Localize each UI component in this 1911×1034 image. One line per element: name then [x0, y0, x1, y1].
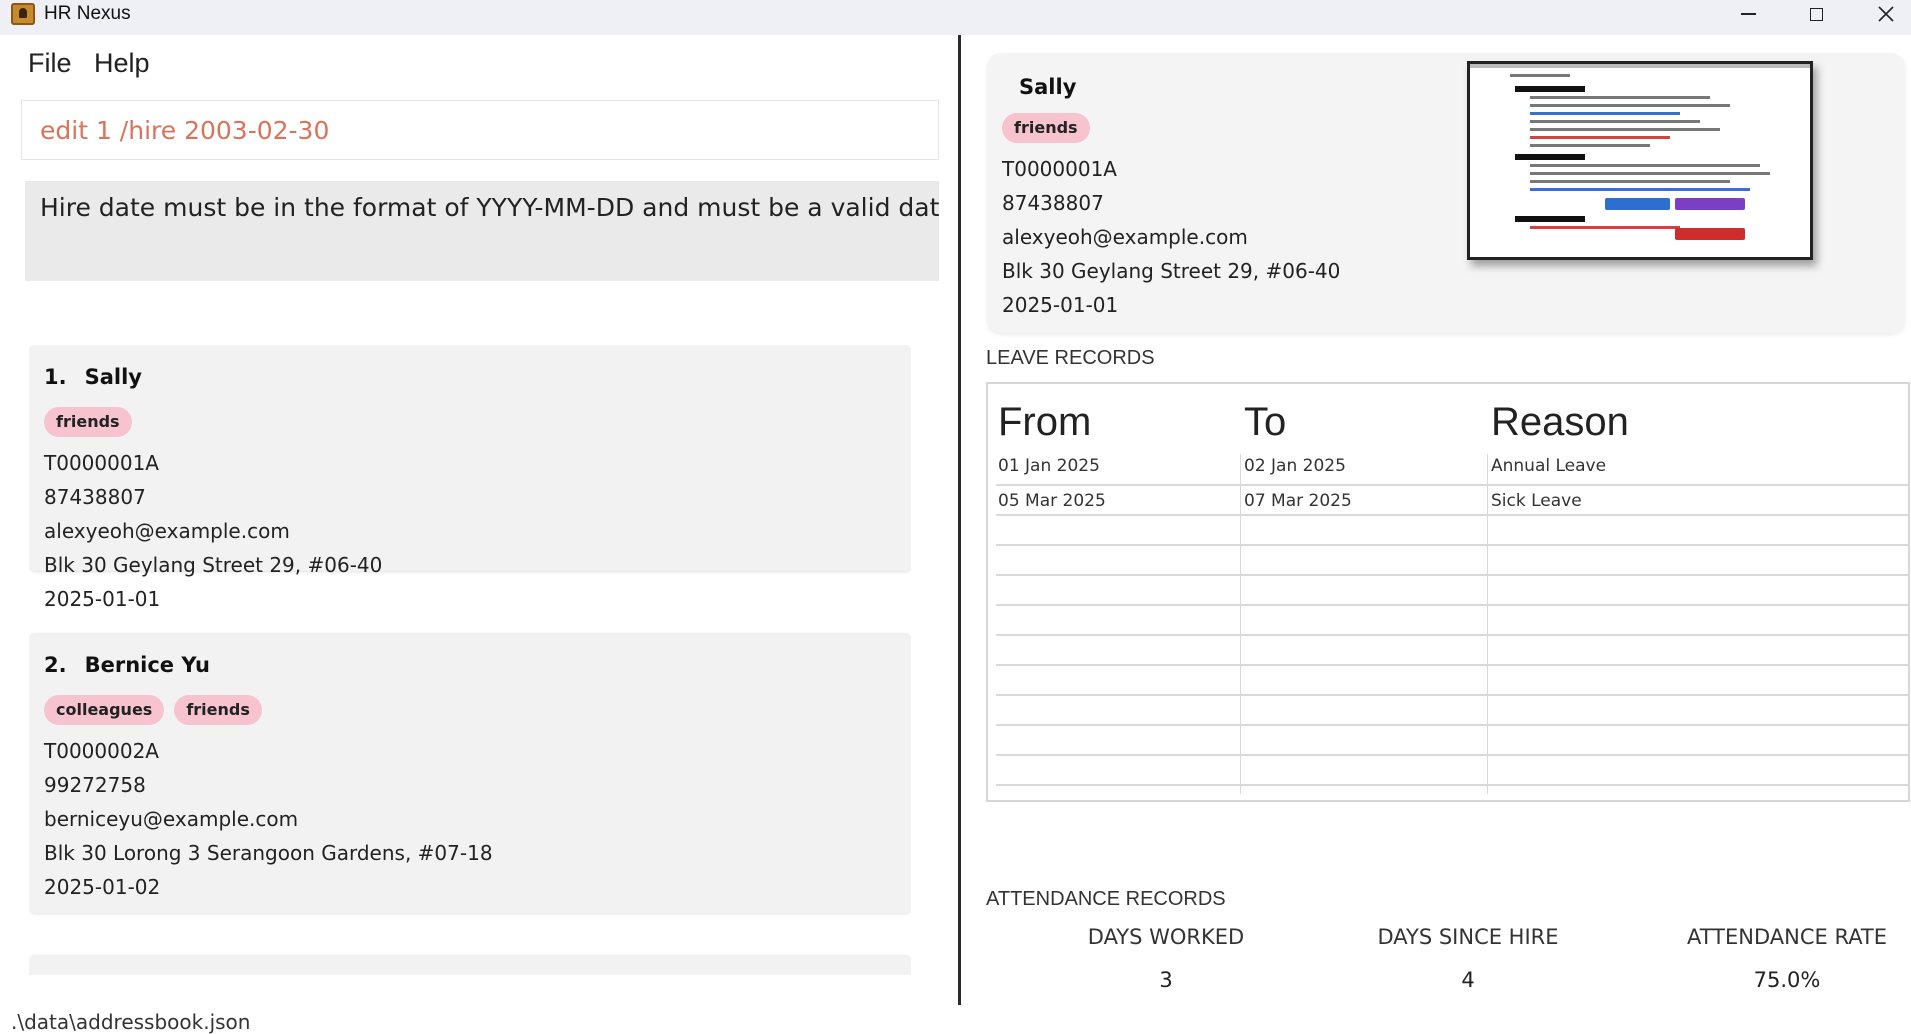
profile-id: T0000001A	[1002, 157, 1117, 181]
close-button[interactable]	[1851, 0, 1911, 28]
card-id: T0000001A	[44, 451, 159, 475]
card-name: Sally	[84, 365, 142, 389]
card-index: 2.	[44, 653, 67, 677]
card-header: 1. Sally	[44, 365, 142, 389]
profile-email: alexyeoh@example.com	[1002, 225, 1248, 249]
row-divider	[996, 784, 1908, 786]
tag-list: friends	[44, 407, 132, 437]
column-divider	[1240, 454, 1241, 794]
right-pane: Sally friends T0000001A 87438807 alexyeo…	[961, 35, 1911, 1005]
profile-image	[1467, 61, 1813, 260]
card-index: 1.	[44, 365, 67, 389]
menu-bar: File Help	[0, 35, 958, 95]
close-icon	[1878, 6, 1894, 22]
card-email: berniceyu@example.com	[44, 807, 299, 831]
row-divider	[996, 574, 1908, 576]
command-input[interactable]	[22, 101, 938, 159]
profile-card: Sally friends T0000001A 87438807 alexyeo…	[987, 53, 1905, 333]
card-phone: 87438807	[44, 485, 146, 509]
row-divider	[996, 544, 1908, 546]
leave-reason: Annual Leave	[1491, 456, 1607, 476]
person-card[interactable]	[29, 955, 911, 975]
card-phone: 99272758	[44, 773, 146, 797]
leave-table[interactable]: From To Reason 01 Jan 2025 02 Jan 2025 A…	[986, 382, 1910, 802]
tag: friends	[1002, 113, 1090, 143]
menu-file[interactable]: File	[28, 48, 72, 79]
card-email: alexyeoh@example.com	[44, 519, 290, 543]
days-since-hire-value: 4	[1461, 968, 1475, 992]
card-hire-date: 2025-01-01	[44, 587, 161, 611]
attendance-records-title: ATTENDANCE RECORDS	[986, 888, 1226, 910]
profile-address: Blk 30 Geylang Street 29, #06-40	[1002, 259, 1341, 283]
status-bar-path: .\data\addressbook.json	[11, 1010, 251, 1034]
card-hire-date: 2025-01-02	[44, 875, 161, 899]
card-header: 2. Bernice Yu	[44, 653, 210, 677]
column-header-from[interactable]: From	[998, 400, 1091, 445]
card-address: Blk 30 Geylang Street 29, #06-40	[44, 553, 383, 577]
column-header-to[interactable]: To	[1244, 400, 1286, 445]
row-divider	[996, 604, 1908, 606]
days-worked-value: 3	[1159, 968, 1173, 992]
leave-to: 07 Mar 2025	[1244, 491, 1352, 511]
row-divider	[996, 664, 1908, 666]
days-worked-label: DAYS WORKED	[1087, 925, 1245, 949]
row-divider	[996, 634, 1908, 636]
card-id: T0000002A	[44, 739, 159, 763]
profile-phone: 87438807	[1002, 191, 1104, 215]
leave-from: 05 Mar 2025	[998, 491, 1106, 511]
tag: friends	[44, 407, 132, 437]
maximize-button[interactable]	[1781, 0, 1851, 28]
attendance-rate-value: 75.0%	[1753, 968, 1821, 992]
command-box	[21, 100, 939, 160]
minimize-icon	[1740, 13, 1756, 15]
maximize-icon	[1809, 7, 1823, 21]
tag: colleagues	[44, 695, 165, 725]
leave-from: 01 Jan 2025	[998, 456, 1100, 476]
profile-name: Sally	[1019, 75, 1077, 99]
row-divider	[996, 484, 1908, 486]
title-bar: HR Nexus	[0, 0, 1911, 35]
leave-records-title: LEAVE RECORDS	[986, 347, 1155, 369]
row-divider	[996, 724, 1908, 726]
profile-hire-date: 2025-01-01	[1002, 293, 1119, 317]
leave-reason: Sick Leave	[1491, 491, 1582, 511]
column-header-reason[interactable]: Reason	[1491, 400, 1629, 445]
tag: friends	[174, 695, 262, 725]
days-since-hire-label: DAYS SINCE HIRE	[1377, 925, 1559, 949]
row-divider	[996, 514, 1908, 516]
person-list[interactable]: 1. Sally friends T0000001A 87438807 alexy…	[29, 345, 911, 975]
person-card[interactable]: 1. Sally friends T0000001A 87438807 alexy…	[29, 345, 911, 611]
person-card[interactable]: 2. Bernice Yu colleagues friends T0000002…	[29, 633, 911, 913]
tag-list: colleagues friends	[44, 695, 262, 725]
row-divider	[996, 754, 1908, 756]
window-title: HR Nexus	[44, 3, 131, 24]
minimize-button[interactable]	[1713, 0, 1783, 28]
leave-to: 02 Jan 2025	[1244, 456, 1346, 476]
card-address: Blk 30 Lorong 3 Serangoon Gardens, #07-1…	[44, 841, 493, 865]
row-divider	[996, 694, 1908, 696]
card-name: Bernice Yu	[84, 653, 210, 677]
column-divider	[1487, 454, 1488, 794]
result-message: Hire date must be in the format of YYYY-…	[40, 193, 939, 222]
profile-tags: friends	[1002, 113, 1090, 143]
left-pane: File Help Hire date must be in the forma…	[0, 35, 958, 1034]
result-display[interactable]: Hire date must be in the format of YYYY-…	[25, 181, 939, 281]
menu-help[interactable]: Help	[94, 48, 150, 79]
app-icon	[11, 3, 35, 25]
attendance-rate-label: ATTENDANCE RATE	[1686, 925, 1888, 949]
